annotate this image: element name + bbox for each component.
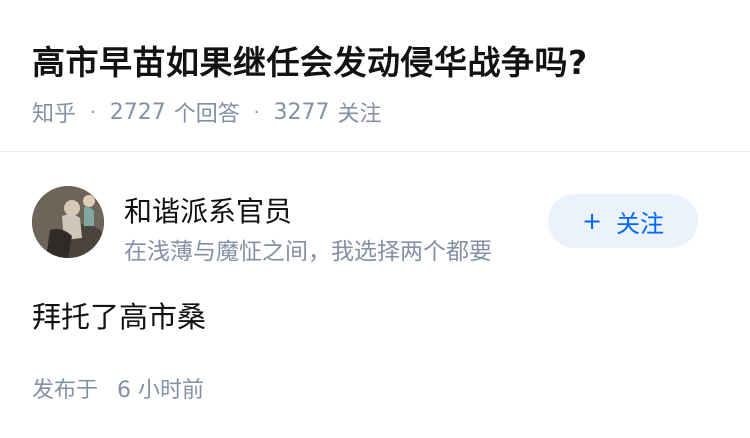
follow-button[interactable]: + 关注 xyxy=(548,194,698,248)
published-time: 6 小时前 xyxy=(117,378,205,403)
question-meta: 知乎 · 2727 个回答 · 3277 关注 xyxy=(32,96,382,128)
published-label: 发布于 xyxy=(32,378,99,403)
plus-icon: + xyxy=(581,207,603,235)
answers-count: 2727 xyxy=(109,99,166,125)
author-bio: 在浅薄与魔怔之间，我选择两个都要 xyxy=(124,239,492,265)
follow-button-label: 关注 xyxy=(616,209,665,238)
source-label[interactable]: 知乎 xyxy=(32,96,76,128)
followers-label: 关注 xyxy=(337,102,382,127)
answers-label: 个回答 xyxy=(173,102,240,127)
zhihu-question-page: 高市早苗如果继任会发动侵华战争吗? 知乎 · 2727 个回答 · 3277 关… xyxy=(0,0,750,438)
separator-dot: · xyxy=(90,101,96,123)
question-title[interactable]: 高市早苗如果继任会发动侵华战争吗? xyxy=(32,36,588,84)
answer-publish-time[interactable]: 发布于 6 小时前 xyxy=(32,372,204,404)
followers-count: 3277 xyxy=(273,99,330,125)
avatar[interactable] xyxy=(32,186,104,258)
separator-dot: · xyxy=(253,101,260,123)
author-name[interactable]: 和谐派系官员 xyxy=(124,190,292,230)
question-header: 高市早苗如果继任会发动侵华战争吗? 知乎 · 2727 个回答 · 3277 关… xyxy=(0,0,750,152)
avatar-image xyxy=(32,186,104,258)
answer-content[interactable]: 拜托了高市桑 xyxy=(32,294,206,336)
answer-card: 和谐派系官员 在浅薄与魔怔之间，我选择两个都要 + 关注 拜托了高市桑 发布于 … xyxy=(0,152,750,438)
